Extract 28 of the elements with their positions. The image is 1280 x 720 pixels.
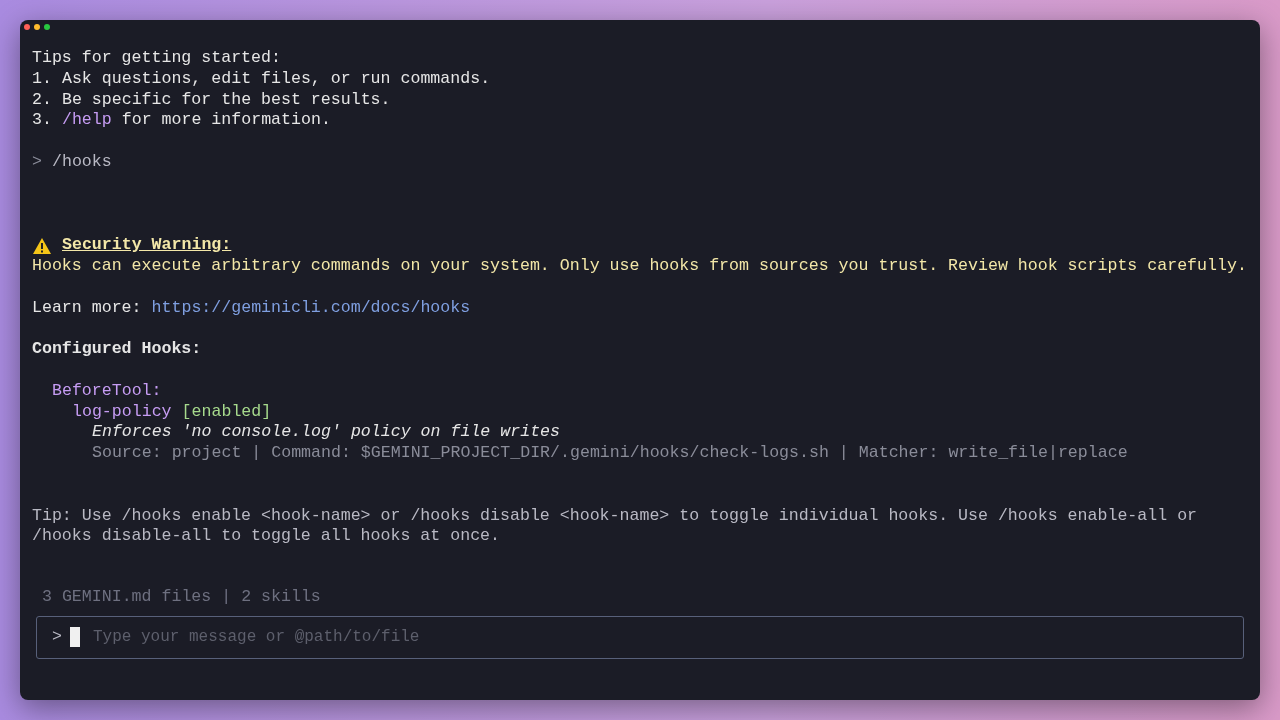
- tip-number: 1.: [32, 68, 52, 90]
- user-command: /hooks: [51, 152, 112, 173]
- warning-icon: [32, 236, 52, 255]
- maximize-button[interactable]: [44, 24, 50, 30]
- hook-event-name: BeforeTool:: [52, 380, 162, 402]
- hook-status: [enabled]: [181, 401, 272, 423]
- warning-title: Security Warning:: [62, 235, 232, 256]
- docs-link[interactable]: https://geminicli.com/docs/hooks: [151, 297, 471, 319]
- tip-text: for more information.: [121, 110, 331, 132]
- tips-heading: Tips for getting started:: [32, 48, 281, 69]
- command-text: /help: [61, 110, 112, 132]
- hook-details: Source: project | Command: $GEMINI_PROJECT_DIR/.gemini/hooks/check-logs.sh | Matcher: write_file|replace: [92, 443, 1128, 464]
- prompt-symbol: >: [32, 152, 42, 173]
- configured-hooks-heading: Configured Hooks:: [32, 339, 202, 360]
- tip-text: Be specific for the best results.: [61, 89, 391, 111]
- input-prompt: >: [52, 626, 62, 648]
- warning-message: Hooks can execute arbitrary commands on your system. Only use hooks from sources you trust. Review hook scripts carefully.: [32, 255, 1247, 277]
- tip-number: 2.: [32, 89, 52, 111]
- tip-message: Tip: Use /hooks enable <hook-name> or /hooks disable <hook-name> to toggle individual hooks. Use /hooks enable-all or /hooks disable-all to toggle all hooks at once.: [32, 505, 1199, 548]
- hook-name: log-policy: [72, 401, 172, 423]
- hook-description: Enforces 'no console.log' policy on file writes: [92, 422, 561, 444]
- close-button[interactable]: [24, 24, 30, 30]
- text-cursor: [69, 626, 80, 647]
- tip-text: Ask questions, edit files, or run commands.: [61, 68, 491, 90]
- tip-number: 3.: [32, 110, 52, 132]
- context-summary: 3 GEMINI.md files | 2 skills: [41, 587, 322, 608]
- learn-more-label: Learn more:: [32, 297, 142, 319]
- minimize-button[interactable]: [34, 24, 40, 30]
